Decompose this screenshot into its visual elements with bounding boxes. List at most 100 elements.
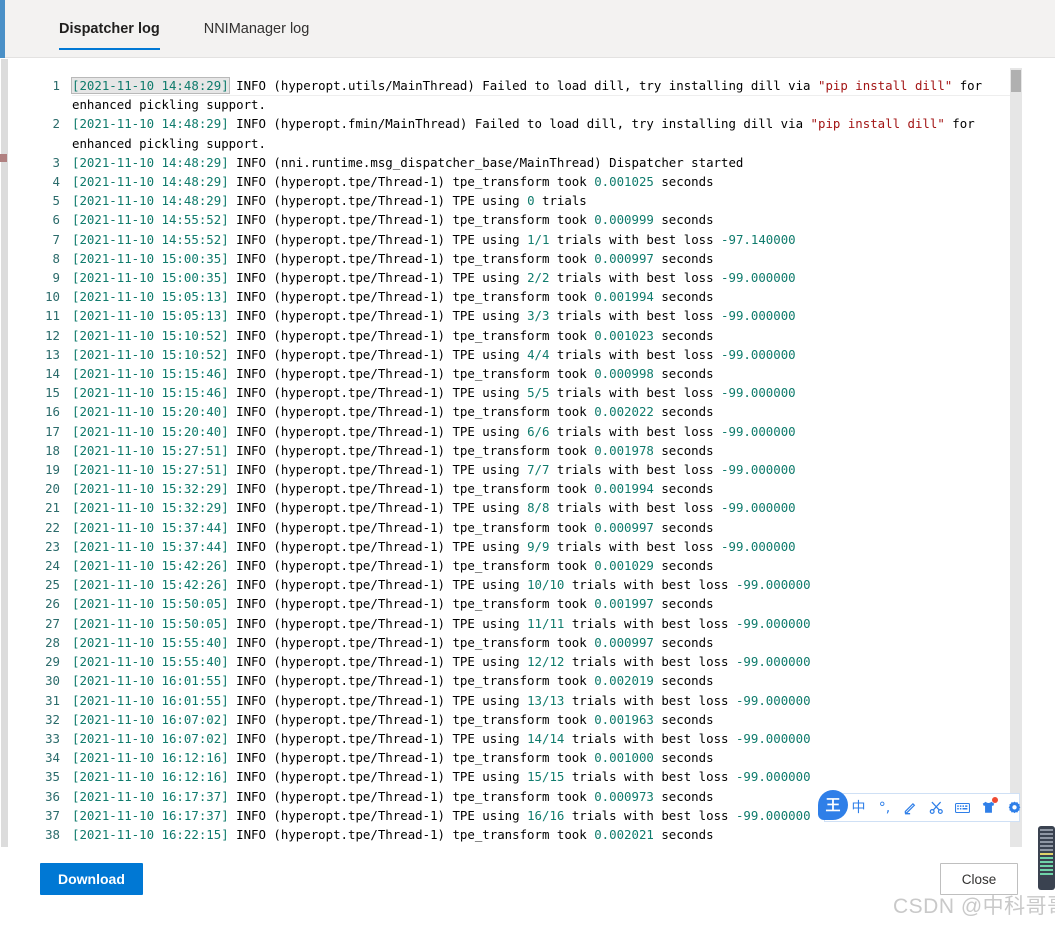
log-line-text: [2021-11-10 15:27:51] INFO (hyperopt.tpe… xyxy=(72,441,1010,460)
log-line-text: [2021-11-10 15:15:46] INFO (hyperopt.tpe… xyxy=(72,383,1010,402)
log-timestamp: [2021-11-10 15:27:51] xyxy=(72,442,229,458)
soft-keyboard-icon[interactable] xyxy=(955,798,970,818)
log-line-number: 7 xyxy=(52,231,60,247)
tab-spacer xyxy=(171,0,193,58)
log-loss-value: -99.000000 xyxy=(735,692,811,708)
skin-shirt-icon[interactable] xyxy=(981,796,998,818)
tab-dispatcher-log[interactable]: Dispatcher log xyxy=(48,0,171,58)
log-message-post: seconds xyxy=(653,212,714,228)
log-message: INFO (hyperopt.tpe/Thread-1) TPE using xyxy=(228,807,528,823)
language-mode-icon[interactable]: 中 xyxy=(851,798,866,818)
log-line: 5 [2021-11-10 14:48:29] INFO (hyperopt.tp… xyxy=(10,191,1010,210)
log-message-post: trials with best loss xyxy=(549,385,722,401)
log-timestamp: [2021-11-10 15:55:40] xyxy=(72,654,229,670)
log-line-text: [2021-11-10 15:05:13] INFO (hyperopt.tpe… xyxy=(72,287,1010,306)
log-number: 0.001000 xyxy=(594,750,654,766)
log-line-number: 25 xyxy=(45,577,60,593)
log-message: INFO (hyperopt.tpe/Thread-1) TPE using xyxy=(228,538,528,554)
page-scrollbar-left[interactable] xyxy=(0,59,9,925)
log-loss-value: -99.000000 xyxy=(721,500,796,516)
page-scrollbar-track[interactable] xyxy=(1,59,8,925)
ime-logo-icon[interactable]: 王 xyxy=(818,790,850,822)
log-number: 0.000997 xyxy=(594,519,654,535)
log-message: INFO (hyperopt.tpe/Thread-1) tpe_transfo… xyxy=(228,519,595,535)
minimap-line xyxy=(1040,837,1053,839)
download-button[interactable]: Download xyxy=(40,863,143,895)
log-number: 0.001994 xyxy=(594,481,654,497)
log-scrollbar-thumb[interactable] xyxy=(1011,70,1021,92)
log-line-number: 13 xyxy=(45,346,60,362)
log-line: 21 [2021-11-10 15:32:29] INFO (hyperopt.t… xyxy=(10,498,1010,517)
log-timestamp: [2021-11-10 15:00:35] xyxy=(72,250,229,266)
log-number: 2/2 xyxy=(527,270,550,286)
log-loss-value: -99.000000 xyxy=(735,577,811,593)
log-message: INFO (hyperopt.tpe/Thread-1) tpe_transfo… xyxy=(228,289,595,305)
log-message-post: seconds xyxy=(653,826,714,842)
log-message: INFO (hyperopt.tpe/Thread-1) TPE using xyxy=(228,462,528,478)
log-number: 1/1 xyxy=(527,231,550,247)
log-line-text: [2021-11-10 14:55:52] INFO (hyperopt.tpe… xyxy=(72,210,1010,229)
ime-toolbar[interactable]: 中 °, xyxy=(824,793,1022,822)
log-line-number: 9 xyxy=(52,270,60,286)
log-timestamp: [2021-11-10 15:50:05] xyxy=(72,615,229,631)
log-message-post: seconds xyxy=(653,174,714,190)
settings-gear-icon[interactable] xyxy=(1007,798,1022,818)
log-line-number: 19 xyxy=(45,462,60,478)
log-content-panel: 1 [2021-11-10 14:48:29] INFO (hyperopt.ut… xyxy=(10,68,1022,848)
minimap-widget[interactable] xyxy=(1038,826,1055,890)
log-message-post: trials with best loss xyxy=(564,730,736,746)
log-message-post: seconds xyxy=(653,250,714,266)
minimap-line xyxy=(1040,861,1053,863)
log-message-post: trials with best loss xyxy=(564,769,736,785)
log-line: 34 [2021-11-10 16:12:16] INFO (hyperopt.t… xyxy=(10,748,1010,767)
log-line-number: 10 xyxy=(45,289,60,305)
log-timestamp: [2021-11-10 15:20:40] xyxy=(72,404,229,420)
log-message: INFO (hyperopt.tpe/Thread-1) TPE using xyxy=(228,423,528,439)
log-line-text: [2021-11-10 14:48:29] INFO (hyperopt.tpe… xyxy=(72,191,1010,210)
log-line-number: 15 xyxy=(45,385,60,401)
log-message: INFO (hyperopt.tpe/Thread-1) TPE using xyxy=(228,615,528,631)
log-line-number: 23 xyxy=(45,538,60,554)
log-number: 0.000997 xyxy=(594,634,654,650)
log-number: 6/6 xyxy=(527,423,550,439)
log-line-text: [2021-11-10 15:37:44] INFO (hyperopt.tpe… xyxy=(72,537,1010,556)
log-line: 11 [2021-11-10 15:05:13] INFO (hyperopt.t… xyxy=(10,306,1010,325)
log-timestamp: [2021-11-10 16:07:02] xyxy=(72,711,229,727)
log-message: INFO (hyperopt.tpe/Thread-1) TPE using xyxy=(228,730,528,746)
handwriting-pencil-icon[interactable] xyxy=(903,798,918,818)
log-line-number: 1 xyxy=(52,78,60,93)
log-line: 4 [2021-11-10 14:48:29] INFO (hyperopt.tp… xyxy=(10,172,1010,191)
log-line-number: 20 xyxy=(45,481,60,497)
close-button[interactable]: Close xyxy=(940,863,1018,895)
log-message-post: trials with best loss xyxy=(549,538,722,554)
minimap-line xyxy=(1040,833,1053,835)
log-message: INFO (hyperopt.tpe/Thread-1) tpe_transfo… xyxy=(228,174,595,190)
log-line-text: [2021-11-10 16:22:15] INFO (hyperopt.tpe… xyxy=(72,825,1010,844)
log-line-text: [2021-11-10 16:07:02] INFO (hyperopt.tpe… xyxy=(72,710,1010,729)
tab-nnimanager-log-label: NNIManager log xyxy=(203,21,310,37)
log-line-number: 18 xyxy=(45,442,60,458)
tab-nnimanager-log[interactable]: NNIManager log xyxy=(193,0,321,58)
log-line: 2 [2021-11-10 14:48:29] INFO (hyperopt.fm… xyxy=(10,114,1010,152)
keyboard-svg xyxy=(955,802,970,813)
log-line-number: 14 xyxy=(45,366,60,382)
log-timestamp: [2021-11-10 15:20:40] xyxy=(72,423,229,439)
log-line-number: 6 xyxy=(52,212,60,228)
log-message: INFO (hyperopt.fmin/MainThread) Failed t… xyxy=(228,116,811,132)
log-loss-value: -97.140000 xyxy=(721,231,796,247)
log-line-number: 37 xyxy=(45,807,60,823)
log-timestamp: [2021-11-10 16:12:16] xyxy=(72,769,229,785)
log-message: INFO (hyperopt.tpe/Thread-1) TPE using xyxy=(228,577,528,593)
log-number: 3/3 xyxy=(527,308,550,324)
log-line-text: [2021-11-10 15:55:40] INFO (hyperopt.tpe… xyxy=(72,633,1010,652)
log-line-number: 22 xyxy=(45,519,60,535)
log-number: 5/5 xyxy=(527,385,550,401)
log-text[interactable]: 1 [2021-11-10 14:48:29] INFO (hyperopt.ut… xyxy=(10,76,1010,844)
screenshot-scissors-icon[interactable] xyxy=(929,798,944,818)
log-number: 0.000998 xyxy=(594,366,654,382)
log-timestamp: [2021-11-10 16:22:15] xyxy=(72,826,229,842)
punctuation-icon[interactable]: °, xyxy=(877,798,892,818)
log-line: 15 [2021-11-10 15:15:46] INFO (hyperopt.t… xyxy=(10,383,1010,402)
log-timestamp: [2021-11-10 15:15:46] xyxy=(72,366,229,382)
log-vertical-scrollbar[interactable] xyxy=(1010,68,1022,848)
